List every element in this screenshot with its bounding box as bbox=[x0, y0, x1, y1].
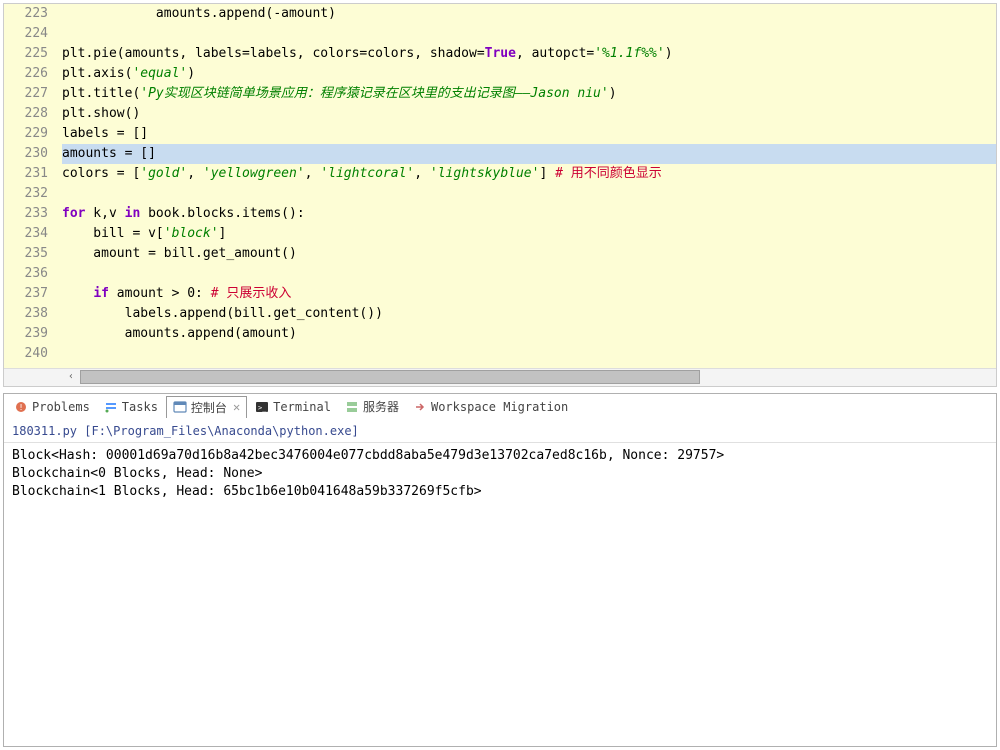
tasks-icon bbox=[104, 400, 118, 414]
tab-servers[interactable]: 服务器 bbox=[339, 396, 405, 417]
code-line[interactable] bbox=[62, 24, 996, 44]
console-title: 180311.py [F:\Program_Files\Anaconda\pyt… bbox=[4, 420, 996, 443]
line-number: 223 bbox=[4, 4, 48, 24]
code-line[interactable]: amounts.append(amount) bbox=[62, 324, 996, 344]
console-output[interactable]: Block<Hash: 00001d69a70d16b8a42bec347600… bbox=[4, 443, 996, 746]
code-line[interactable]: amounts.append(-amount) bbox=[62, 4, 996, 24]
tab-problems[interactable]: ! Problems bbox=[8, 398, 96, 416]
line-number: 235 bbox=[4, 244, 48, 264]
problems-icon: ! bbox=[14, 400, 28, 414]
console-icon bbox=[173, 400, 187, 414]
line-number: 224 bbox=[4, 24, 48, 44]
code-line[interactable]: plt.title('Py实现区块链简单场景应用：程序猿记录在区块里的支出记录图… bbox=[62, 84, 996, 104]
code-line[interactable]: plt.axis('equal') bbox=[62, 64, 996, 84]
line-number: 225 bbox=[4, 44, 48, 64]
bottom-tabs: ! Problems Tasks 控制台 ✕ >_ Terminal bbox=[4, 394, 996, 420]
code-line[interactable]: for k,v in book.blocks.items(): bbox=[62, 204, 996, 224]
code-line[interactable]: labels = [] bbox=[62, 124, 996, 144]
tab-tasks[interactable]: Tasks bbox=[98, 398, 164, 416]
code-line[interactable]: bill = v['block'] bbox=[62, 224, 996, 244]
scroll-left-arrow-icon[interactable]: ‹ bbox=[64, 370, 78, 384]
line-number: 240 bbox=[4, 344, 48, 364]
line-number-gutter: 2232242252262272282292302312322332342352… bbox=[4, 4, 54, 368]
code-line[interactable]: if amount > 0: # 只展示收入 bbox=[62, 284, 996, 304]
line-number: 231 bbox=[4, 164, 48, 184]
code-line[interactable]: labels.append(bill.get_content()) bbox=[62, 304, 996, 324]
line-number: 236 bbox=[4, 264, 48, 284]
tab-label: Workspace Migration bbox=[431, 400, 568, 414]
line-number: 226 bbox=[4, 64, 48, 84]
tab-workspace-migration[interactable]: Workspace Migration bbox=[407, 398, 574, 416]
line-number: 238 bbox=[4, 304, 48, 324]
code-area[interactable]: amounts.append(-amount) plt.pie(amounts, … bbox=[54, 4, 996, 368]
tab-console[interactable]: 控制台 ✕ bbox=[166, 396, 247, 418]
line-number: 232 bbox=[4, 184, 48, 204]
code-line[interactable]: plt.show() bbox=[62, 104, 996, 124]
code-line[interactable]: amounts = [] bbox=[62, 144, 996, 164]
tab-label: 控制台 bbox=[191, 399, 227, 416]
tab-label: Terminal bbox=[273, 400, 331, 414]
tab-label: Tasks bbox=[122, 400, 158, 414]
editor-horizontal-scrollbar[interactable]: ‹ bbox=[4, 368, 996, 386]
bottom-views-panel: ! Problems Tasks 控制台 ✕ >_ Terminal bbox=[3, 393, 997, 747]
scrollbar-thumb[interactable] bbox=[80, 370, 700, 384]
servers-icon bbox=[345, 400, 359, 414]
code-line[interactable] bbox=[62, 184, 996, 204]
close-icon[interactable]: ✕ bbox=[233, 400, 240, 414]
code-line[interactable]: amount = bill.get_amount() bbox=[62, 244, 996, 264]
line-number: 230 bbox=[4, 144, 48, 164]
code-line[interactable] bbox=[62, 344, 996, 364]
line-number: 234 bbox=[4, 224, 48, 244]
line-number: 233 bbox=[4, 204, 48, 224]
svg-text:>_: >_ bbox=[258, 404, 267, 412]
code-line[interactable] bbox=[62, 264, 996, 284]
terminal-icon: >_ bbox=[255, 400, 269, 414]
tab-label: 服务器 bbox=[363, 398, 399, 415]
code-line[interactable]: colors = ['gold', 'yellowgreen', 'lightc… bbox=[62, 164, 996, 184]
svg-text:!: ! bbox=[19, 403, 24, 412]
editor-body[interactable]: 2232242252262272282292302312322332342352… bbox=[4, 4, 996, 368]
line-number: 228 bbox=[4, 104, 48, 124]
line-number: 239 bbox=[4, 324, 48, 344]
line-number: 229 bbox=[4, 124, 48, 144]
code-editor-panel: 2232242252262272282292302312322332342352… bbox=[3, 3, 997, 387]
migration-icon bbox=[413, 400, 427, 414]
line-number: 227 bbox=[4, 84, 48, 104]
line-number: 237 bbox=[4, 284, 48, 304]
tab-label: Problems bbox=[32, 400, 90, 414]
tab-terminal[interactable]: >_ Terminal bbox=[249, 398, 337, 416]
code-line[interactable]: plt.pie(amounts, labels=labels, colors=c… bbox=[62, 44, 996, 64]
